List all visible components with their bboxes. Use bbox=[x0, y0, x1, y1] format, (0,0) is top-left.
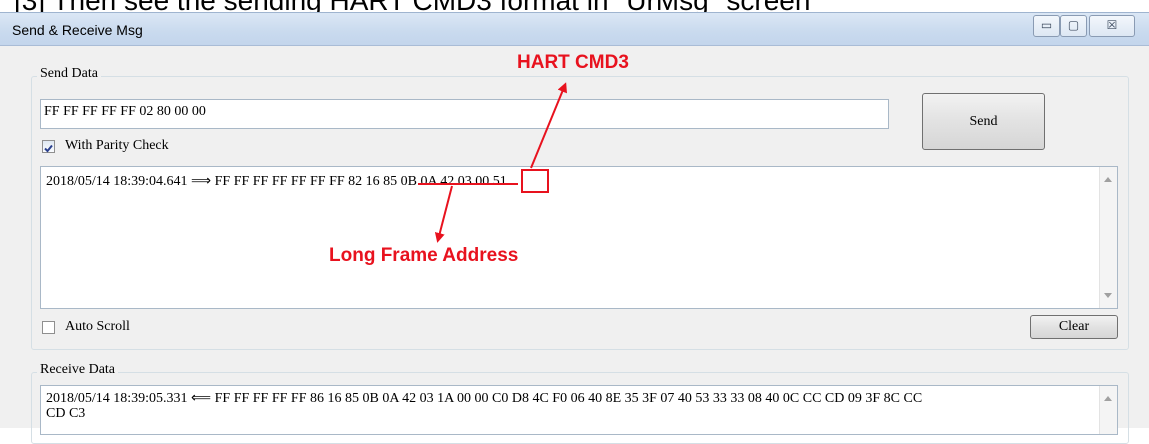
maximize-button[interactable]: ▢ bbox=[1060, 15, 1087, 37]
send-receive-window: Send & Receive Msg ▭ ▢ ☒ Send Data FF FF… bbox=[0, 12, 1149, 444]
maximize-icon: ▢ bbox=[1067, 18, 1080, 32]
title-bar: Send & Receive Msg ▭ ▢ ☒ bbox=[0, 13, 1149, 46]
send-log-area[interactable]: 2018/05/14 18:39:04.641 ⟹ FF FF FF FF FF… bbox=[40, 166, 1118, 309]
close-button[interactable]: ☒ bbox=[1089, 15, 1135, 37]
scroll-down-icon bbox=[1104, 293, 1112, 298]
window-title: Send & Receive Msg bbox=[12, 22, 143, 38]
parity-check-label: With Parity Check bbox=[65, 138, 169, 153]
address-annotation: Long Frame Address bbox=[329, 245, 519, 266]
clear-button[interactable]: Clear bbox=[1030, 315, 1118, 339]
receive-log-line-1: 2018/05/14 18:39:05.331 ⟸ FF FF FF FF FF… bbox=[46, 391, 923, 406]
close-icon: ☒ bbox=[1106, 18, 1118, 32]
minimize-button[interactable]: ▭ bbox=[1033, 15, 1060, 37]
receive-data-label: Receive Data bbox=[37, 362, 119, 378]
send-data-input[interactable]: FF FF FF FF FF 02 80 00 00 bbox=[40, 99, 889, 129]
checkmark-icon bbox=[44, 144, 53, 153]
send-data-label: Send Data bbox=[37, 66, 101, 82]
receive-log-line-2: CD C3 bbox=[46, 406, 86, 421]
parity-check-checkbox[interactable] bbox=[42, 140, 55, 153]
minimize-icon: ▭ bbox=[1040, 18, 1053, 32]
scroll-up-icon bbox=[1104, 396, 1112, 401]
auto-scroll-label: Auto Scroll bbox=[65, 319, 130, 334]
receive-log-area[interactable]: 2018/05/14 18:39:05.331 ⟸ FF FF FF FF FF… bbox=[40, 385, 1118, 435]
send-log-scrollbar[interactable] bbox=[1099, 167, 1117, 308]
auto-scroll-checkbox[interactable] bbox=[42, 321, 55, 334]
cmd-annotation: HART CMD3 bbox=[517, 52, 629, 73]
send-button[interactable]: Send bbox=[922, 93, 1045, 150]
scroll-up-icon bbox=[1104, 177, 1112, 182]
send-log-line: 2018/05/14 18:39:04.641 ⟹ FF FF FF FF FF… bbox=[46, 174, 507, 189]
